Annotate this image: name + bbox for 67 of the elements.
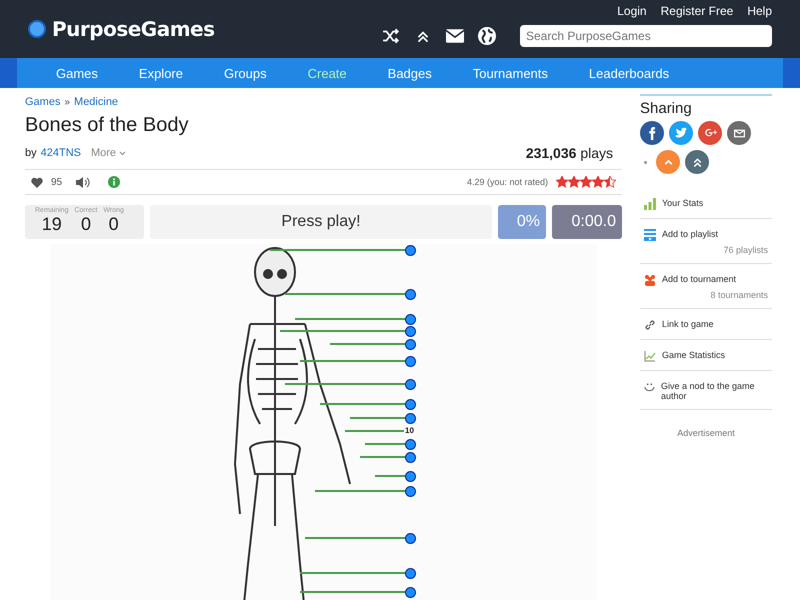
info-icon[interactable] — [108, 176, 120, 188]
sidebar-item-label: Add to tournament — [662, 274, 736, 284]
sidebar-item-label: Give a nod to the game author — [660, 381, 756, 401]
stat-value: 0 — [80, 214, 91, 235]
mail-icon — [732, 126, 746, 140]
sidebar-item-label: Add to playlist — [662, 229, 718, 239]
like-count: 95 — [51, 176, 62, 188]
sharing-heading: Sharing — [640, 100, 693, 117]
playlist-icon — [644, 229, 656, 241]
site-logo[interactable]: PurposeGames — [52, 17, 215, 41]
group-icon — [644, 274, 656, 286]
game-title: Bones of the Body — [25, 114, 190, 137]
logo-icon — [28, 20, 46, 38]
bird-icon — [674, 126, 688, 140]
timer-display: 0:00.0 — [552, 205, 622, 239]
breadcrumb-separator: » — [64, 96, 70, 108]
header-link[interactable]: Register Free — [660, 4, 734, 18]
header-link[interactable]: Help — [747, 4, 772, 18]
nav-link[interactable]: Tournaments — [472, 66, 548, 80]
search-field[interactable]: Search PurposeGames — [520, 25, 772, 47]
sidebar-item[interactable]: Game Statistics — [640, 340, 772, 371]
smiley-icon — [644, 381, 655, 393]
sidebar-item[interactable]: Give a nod to the game author — [640, 371, 772, 410]
sidebar-item-label: Link to game — [662, 319, 714, 329]
nav-link[interactable]: Games — [56, 66, 98, 80]
rating-text: 4.29 (you: not rated) — [466, 177, 548, 187]
more-dropdown[interactable]: More — [90, 147, 126, 159]
facebook-share-button[interactable] — [640, 121, 664, 145]
sidebar-item-label: Your Stats — [662, 198, 704, 208]
google-plus-share-button[interactable] — [698, 121, 722, 145]
mail-icon[interactable] — [446, 27, 464, 45]
author-link[interactable]: 424TNS — [40, 147, 81, 159]
double-chevron-button[interactable] — [685, 150, 709, 174]
twitter-share-button[interactable] — [669, 121, 693, 145]
speaker-icon[interactable] — [76, 176, 90, 188]
email-share-button[interactable] — [727, 121, 751, 145]
header-link[interactable]: Login — [617, 4, 647, 18]
advertisement-label: Advertisement — [676, 428, 736, 438]
item-count: 8 tournaments — [709, 290, 769, 300]
percent-display: 0% — [498, 205, 546, 239]
bar-chart-icon — [644, 198, 656, 210]
sidebar-item[interactable]: Link to game — [640, 309, 772, 340]
sidebar-item[interactable]: Your Stats — [640, 188, 772, 219]
sidebar-item[interactable]: Add to playlist 76 playlists — [640, 219, 772, 264]
item-count: 76 playlists — [722, 245, 769, 255]
line-chart-icon — [644, 350, 656, 362]
play-count: 231,036 plays — [526, 145, 614, 161]
nav-link[interactable]: Leaderboards — [588, 66, 670, 80]
link-icon — [644, 319, 656, 331]
nav-link[interactable]: Badges — [388, 66, 432, 80]
nav-link[interactable]: Explore — [138, 66, 183, 80]
stat-value: 0 — [108, 214, 119, 235]
stat-value: 19 — [42, 214, 62, 235]
caret-icon — [119, 151, 126, 156]
heart-icon[interactable] — [31, 176, 43, 188]
globe-icon[interactable] — [478, 27, 496, 45]
pin-number: 10 — [405, 426, 414, 435]
nav-link[interactable]: Groups — [224, 66, 267, 80]
sidebar-item[interactable]: Add to tournament 8 tournaments — [640, 264, 772, 309]
press-play-button[interactable]: Press play! — [150, 205, 492, 239]
breadcrumb-link[interactable]: Medicine — [74, 96, 118, 108]
sidebar-item-label: Game Statistics — [662, 350, 726, 360]
star-rating[interactable] — [556, 176, 616, 188]
leader-line — [345, 430, 404, 432]
breadcrumb-link[interactable]: Games — [25, 96, 60, 108]
by-label: by — [25, 147, 37, 159]
shuffle-icon[interactable] — [382, 27, 400, 45]
